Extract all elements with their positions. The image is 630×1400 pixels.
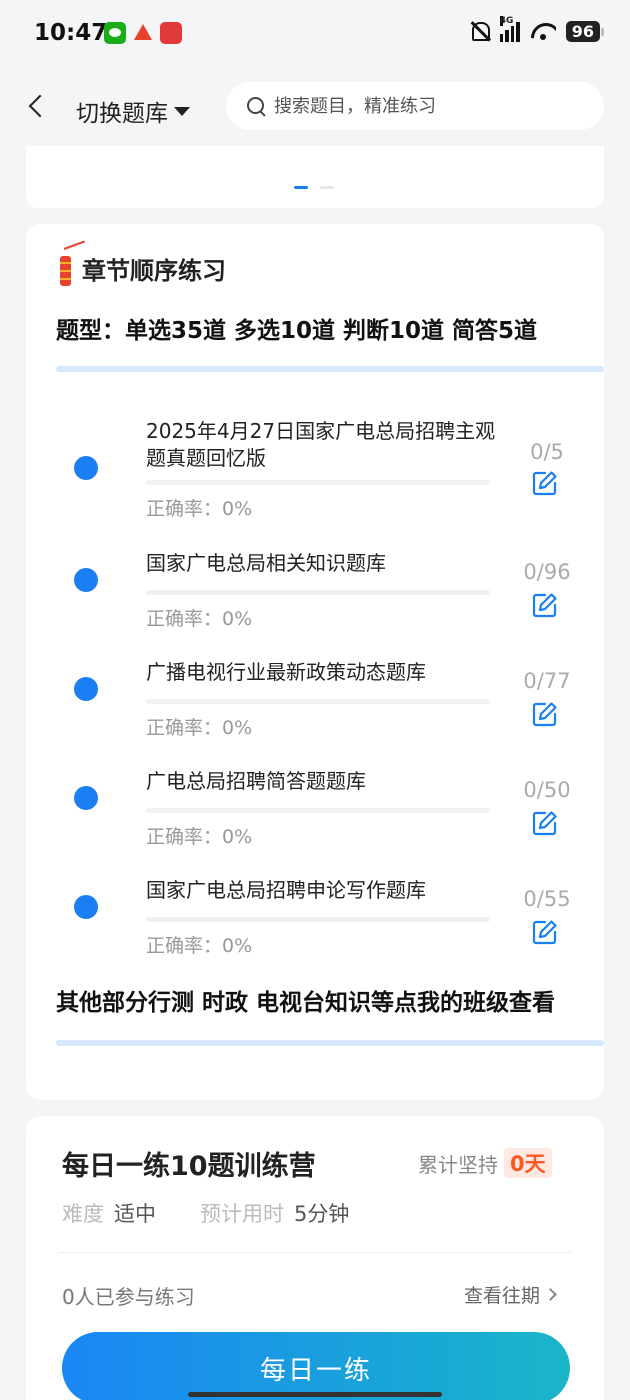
chapter-progress-bar xyxy=(146,699,490,704)
chapter-accuracy: 正确率：0% xyxy=(146,608,253,630)
chapter-accuracy: 正确率：0% xyxy=(146,826,253,848)
chapter-dot xyxy=(74,786,98,810)
chapter-accuracy: 正确率：0% xyxy=(146,717,253,739)
edit-icon[interactable] xyxy=(532,701,558,727)
view-history-link[interactable]: 查看往期 xyxy=(464,1281,557,1308)
chapter-progress-bar xyxy=(146,808,490,813)
chapter-dot xyxy=(74,456,98,480)
back-icon[interactable] xyxy=(28,94,52,118)
edit-icon[interactable] xyxy=(532,470,558,496)
time-value: 5分钟 xyxy=(294,1202,350,1226)
app-notification-icon xyxy=(132,22,154,44)
wechat-icon xyxy=(104,22,126,44)
chapter-accuracy: 正确率：0% xyxy=(146,935,253,957)
home-indicator xyxy=(188,1392,442,1397)
search-box[interactable] xyxy=(226,82,604,130)
question-type-summary: 题型：单选35道 多选10道 判断10道 简答5道 xyxy=(56,318,538,344)
daily-meta: 难度 适中 预计用时 5分钟 xyxy=(62,1198,393,1228)
battery-icon: 96 xyxy=(565,20,605,42)
system-icons: 4G 96 xyxy=(468,16,605,42)
network-type: 4G xyxy=(499,16,514,26)
chapter-accuracy: 正确率：0% xyxy=(146,498,253,520)
edit-icon[interactable] xyxy=(532,919,558,945)
chapter-count: 0/77 xyxy=(523,669,571,693)
chapter-dot xyxy=(74,677,98,701)
chapter-title: 章节顺序练习 xyxy=(82,256,226,285)
chevron-right-icon xyxy=(544,1288,557,1301)
carousel-dot-active xyxy=(294,186,308,189)
other-sections-link[interactable]: 其他部分行测 时政 电视台知识等点我的班级查看 xyxy=(56,988,601,1018)
search-icon xyxy=(246,96,266,116)
switch-bank-button[interactable]: 切换题库 xyxy=(76,94,190,128)
participants-count: 0人已参与练习 xyxy=(62,1285,195,1309)
chapter-count: 0/55 xyxy=(523,887,571,911)
difficulty-label: 难度 xyxy=(62,1202,104,1226)
time-label: 预计用时 xyxy=(200,1202,284,1226)
chapter-dot xyxy=(74,895,98,919)
daily-practice-button[interactable]: 每日一练 xyxy=(62,1332,570,1400)
note-underline xyxy=(56,1040,604,1046)
chapter-name: 广电总局招聘简答题题库 xyxy=(146,769,366,793)
app-red-icon xyxy=(160,22,182,44)
persist-label: 累计坚持 xyxy=(418,1152,498,1177)
chapter-name: 广播电视行业最新政策动态题库 xyxy=(146,660,426,684)
chapter-count: 0/5 xyxy=(530,440,564,464)
header: 切换题库 xyxy=(0,68,630,146)
chapter-count: 0/96 xyxy=(523,560,571,584)
daily-title: 每日一练10题训练营 xyxy=(62,1151,316,1182)
persist-streak: 累计坚持 0天 xyxy=(418,1148,552,1178)
chapter-progress-bar xyxy=(146,480,490,485)
edit-icon[interactable] xyxy=(532,592,558,618)
divider xyxy=(58,1252,572,1253)
bell-muted-icon xyxy=(468,20,490,42)
firecracker-icon xyxy=(54,246,78,290)
chapter-dot xyxy=(74,568,98,592)
caret-down-icon xyxy=(174,106,190,116)
chapter-practice-card: 章节顺序练习 题型：单选35道 多选10道 判断10道 简答5道 2025年4月… xyxy=(26,224,604,1100)
chapter-name: 国家广电总局相关知识题库 xyxy=(146,551,386,575)
chapter-progress-bar xyxy=(146,917,490,922)
chapter-count: 0/50 xyxy=(523,778,571,802)
chapter-name: 国家广电总局招聘申论写作题库 xyxy=(146,878,426,902)
status-time: 10:47 xyxy=(34,20,108,46)
banner-card[interactable] xyxy=(26,146,604,208)
daily-practice-card: 每日一练10题训练营 累计坚持 0天 难度 适中 预计用时 5分钟 0人已参与练… xyxy=(26,1116,604,1400)
chapter-title-row: 章节顺序练习 xyxy=(54,246,226,290)
view-history-label: 查看往期 xyxy=(464,1285,541,1307)
search-input[interactable] xyxy=(274,95,574,117)
status-bar: 10:47 4G 96 xyxy=(0,0,630,68)
signal-icon: 4G xyxy=(499,16,520,42)
carousel-dots xyxy=(294,186,334,189)
persist-days-badge: 0天 xyxy=(504,1148,552,1178)
summary-underline xyxy=(56,366,604,372)
edit-icon[interactable] xyxy=(532,810,558,836)
difficulty-value: 适中 xyxy=(114,1202,156,1226)
carousel-dot xyxy=(320,186,334,189)
notification-icons xyxy=(104,22,182,44)
chapter-progress-bar xyxy=(146,590,490,595)
wifi-icon xyxy=(530,21,556,41)
switch-bank-label: 切换题库 xyxy=(76,101,168,127)
chapter-name: 2025年4月27日国家广电总局招聘主观题真题回忆版 xyxy=(146,419,496,470)
